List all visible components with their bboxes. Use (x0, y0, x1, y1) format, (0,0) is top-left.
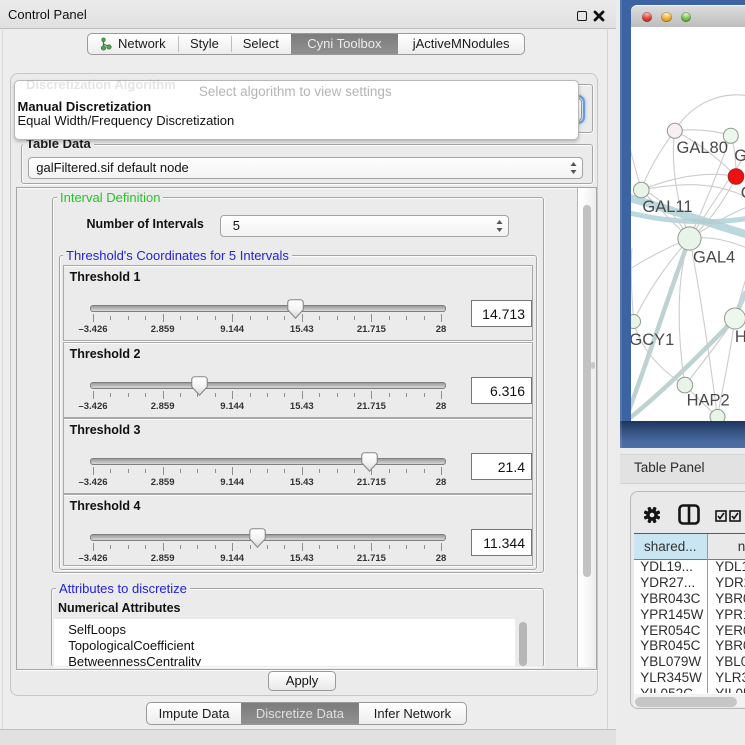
svg-text:H: H (735, 328, 745, 346)
svg-text:GAL4: GAL4 (693, 248, 735, 266)
svg-text:GAL80: GAL80 (677, 139, 728, 157)
svg-text:GAL11: GAL11 (642, 198, 692, 216)
svg-text:GCY1: GCY1 (631, 331, 674, 349)
svg-text:GA: GA (734, 147, 745, 165)
svg-text:C: C (741, 184, 745, 202)
svg-text:HAP2: HAP2 (687, 391, 730, 409)
